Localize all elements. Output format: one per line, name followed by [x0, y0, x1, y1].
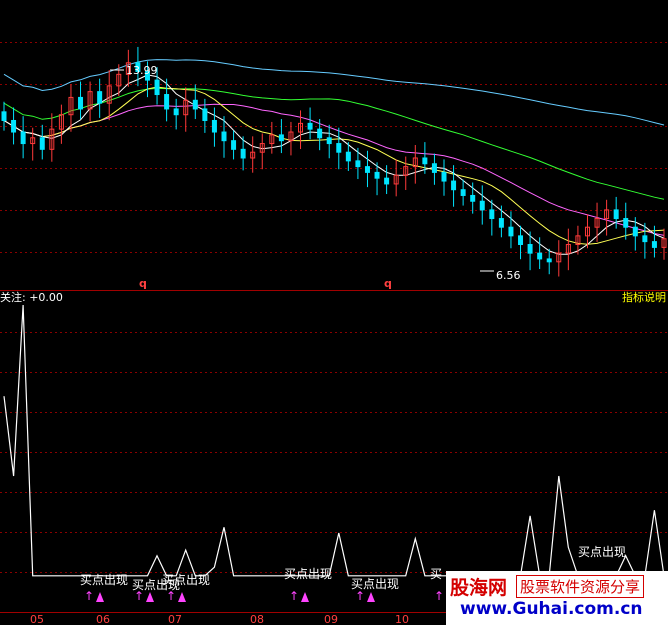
candle-body	[97, 91, 103, 104]
buy-signal-text: 买点出现	[80, 573, 128, 587]
candle-body	[479, 200, 485, 211]
watermark-url: www.Guhai.com.cn	[460, 599, 643, 619]
candle-body	[307, 122, 313, 130]
candle-body	[202, 108, 208, 121]
month-label: 08	[250, 613, 264, 625]
candle-body	[78, 96, 84, 110]
candle-body	[11, 119, 17, 133]
month-label: 07	[168, 613, 182, 625]
candle-body	[431, 163, 437, 173]
candle-body	[39, 137, 45, 150]
candle-body	[422, 157, 428, 165]
watermark: 股海网 股票软件资源分享 www.Guhai.com.cn	[446, 571, 668, 625]
month-label: 10	[395, 613, 409, 625]
candle-body	[164, 94, 170, 110]
candle-body	[537, 252, 543, 260]
up-arrow-icon: ↑	[355, 589, 365, 603]
buy-signal-text: 买点出现	[578, 545, 626, 559]
candle-body	[642, 235, 648, 243]
candle-body	[374, 171, 380, 179]
candle-body	[345, 151, 351, 162]
candle-body	[326, 137, 332, 145]
buy-signal-text: 买点出现	[284, 567, 332, 581]
candle-body	[211, 119, 217, 133]
q-marker: q	[384, 277, 392, 290]
up-arrow-icon: ↑	[289, 589, 299, 603]
stock-chart[interactable]: 13.99 6.56 q q 买点出现 买点出现 买点出现 买点出现 买点出现 …	[0, 0, 668, 625]
month-label: 09	[324, 613, 338, 625]
buy-signal-text: 买	[430, 567, 442, 581]
candle-body	[355, 160, 361, 168]
watermark-slogan: 股票软件资源分享	[516, 575, 645, 598]
candle-body	[240, 148, 246, 159]
indicator-help-button[interactable]: 指标说明	[622, 291, 666, 304]
candle-body	[173, 108, 179, 116]
candle-body	[20, 131, 26, 145]
candle-body	[498, 218, 504, 228]
candle-body	[441, 171, 447, 182]
up-arrow-icon: ↑	[166, 589, 176, 603]
candle-body	[231, 140, 237, 150]
up-arrow-icon: ↑	[84, 589, 94, 603]
candle-body	[317, 128, 323, 139]
candle-body	[470, 194, 476, 202]
high-price-label: 13.99	[126, 64, 158, 77]
up-arrow-icon: ↑	[434, 589, 444, 603]
candle-body	[508, 226, 514, 237]
candle-body	[613, 209, 619, 220]
candle-body	[518, 235, 524, 246]
candle-body	[527, 244, 533, 254]
candle-body	[364, 166, 370, 173]
watermark-logo: 股海网	[450, 577, 508, 599]
candle-body	[451, 180, 457, 191]
candle-body	[192, 99, 198, 110]
indicator-name-label: 关注: +0.00	[0, 291, 63, 304]
candle-body	[221, 131, 227, 142]
month-label: 06	[96, 613, 110, 625]
month-label: 05	[30, 613, 44, 625]
candle-body	[154, 79, 160, 96]
candle-body	[651, 241, 657, 248]
low-price-label: 6.56	[496, 269, 521, 282]
up-arrow-icon: ↑	[134, 589, 144, 603]
candle-body	[632, 226, 638, 237]
candle-body	[489, 209, 495, 220]
candle-body	[460, 189, 466, 196]
candle-body	[546, 258, 552, 263]
candle-body	[278, 134, 284, 142]
candle-body	[1, 111, 7, 121]
candle-body	[623, 218, 629, 228]
candle-body	[384, 177, 390, 185]
buy-signal-text: 买点出现	[162, 573, 210, 587]
candle-body	[336, 143, 342, 153]
q-marker: q	[139, 277, 147, 290]
